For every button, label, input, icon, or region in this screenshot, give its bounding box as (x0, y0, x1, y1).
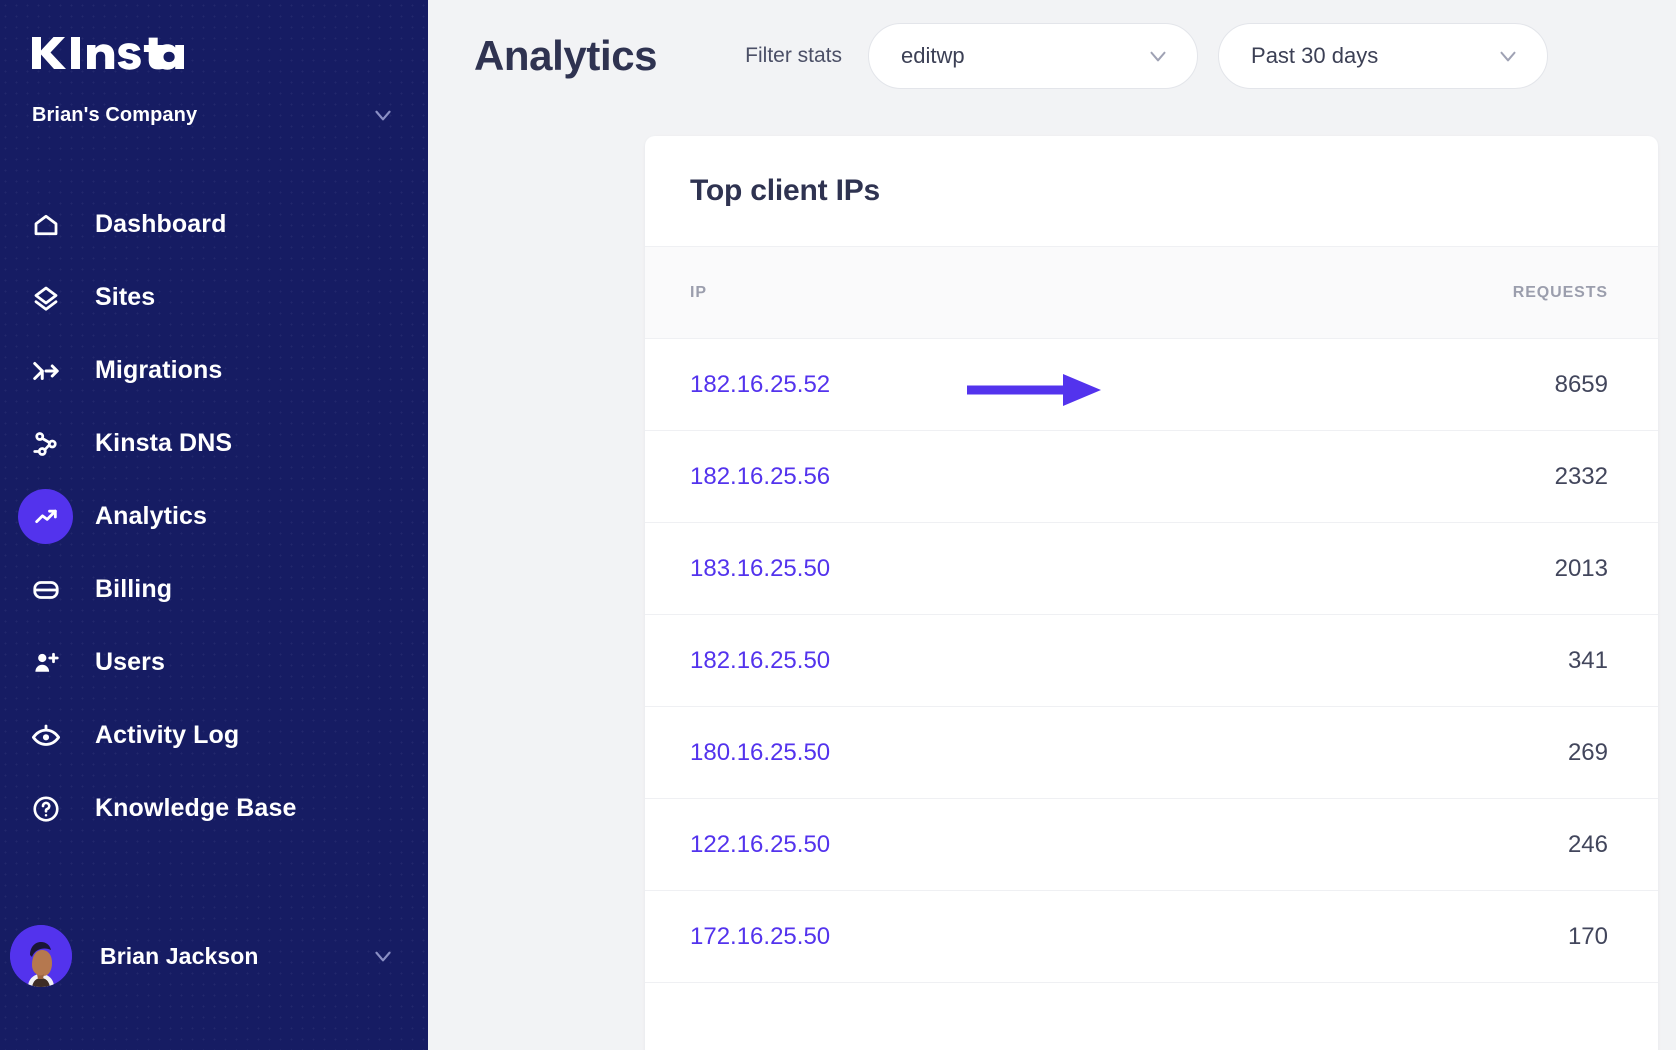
sidebar-item-label: Kinsta DNS (95, 429, 232, 458)
migration-icon (18, 343, 73, 398)
top-client-ips-card: Top client IPs IP REQUESTS 182.16.25.528… (645, 136, 1658, 1050)
company-switcher[interactable]: Brian's Company (32, 98, 396, 132)
main-content: Analytics Filter stats editwp Past 30 da… (428, 0, 1676, 1050)
analytics-page: Brian's Company Dashboard Sites (0, 0, 1676, 1050)
column-header-ip: IP (690, 284, 1513, 302)
requests-value: 2332 (1555, 463, 1608, 491)
sidebar-item-users[interactable]: Users (0, 626, 428, 699)
ip-link[interactable]: 180.16.25.50 (690, 739, 1568, 767)
sidebar-item-dashboard[interactable]: Dashboard (0, 188, 428, 261)
billing-icon (18, 562, 73, 617)
kinsta-logo[interactable] (32, 32, 184, 74)
site-filter-select[interactable]: editwp (868, 23, 1198, 89)
sidebar-item-label: Analytics (95, 502, 207, 531)
table-row[interactable]: 183.16.25.502013 (645, 523, 1658, 615)
sidebar-item-knowledge-base[interactable]: Knowledge Base (0, 772, 428, 845)
table-row[interactable]: 182.16.25.528659 (645, 339, 1658, 431)
table-body: 182.16.25.528659182.16.25.562332183.16.2… (645, 339, 1658, 983)
sidebar-item-label: Activity Log (95, 721, 239, 750)
date-range-value: Past 30 days (1251, 43, 1378, 69)
sidebar-item-label: Billing (95, 575, 172, 604)
requests-value: 341 (1568, 647, 1608, 675)
requests-value: 269 (1568, 739, 1608, 767)
requests-value: 170 (1568, 923, 1608, 951)
page-header: Analytics Filter stats editwp Past 30 da… (428, 0, 1676, 112)
ip-link[interactable]: 172.16.25.50 (690, 923, 1568, 951)
table-row[interactable]: 182.16.25.562332 (645, 431, 1658, 523)
ip-link[interactable]: 182.16.25.52 (690, 371, 1555, 399)
sidebar-item-kinsta-dns[interactable]: Kinsta DNS (0, 407, 428, 480)
sidebar-item-migrations[interactable]: Migrations (0, 334, 428, 407)
table-header-row: IP REQUESTS (645, 246, 1658, 339)
table-row[interactable]: 122.16.25.50246 (645, 799, 1658, 891)
card-header: Top client IPs (645, 136, 1658, 246)
question-icon (18, 781, 73, 836)
sidebar-item-label: Sites (95, 283, 155, 312)
requests-value: 246 (1568, 831, 1608, 859)
company-name: Brian's Company (32, 104, 197, 127)
sidebar-item-label: Knowledge Base (95, 794, 296, 823)
sidebar-nav: Dashboard Sites Migrations Kinsta DNS (0, 188, 428, 845)
table-row[interactable]: 172.16.25.50170 (645, 891, 1658, 983)
eye-icon (18, 708, 73, 763)
page-title: Analytics (474, 32, 657, 80)
date-range-select[interactable]: Past 30 days (1218, 23, 1548, 89)
requests-value: 2013 (1555, 555, 1608, 583)
user-name: Brian Jackson (100, 943, 259, 970)
sidebar-item-billing[interactable]: Billing (0, 553, 428, 626)
home-icon (18, 197, 73, 252)
chevron-down-icon (370, 943, 396, 969)
ip-link[interactable]: 122.16.25.50 (690, 831, 1568, 859)
avatar (10, 925, 72, 987)
requests-value: 8659 (1555, 371, 1608, 399)
site-filter-value: editwp (901, 43, 965, 69)
layers-icon (18, 270, 73, 325)
sidebar-item-analytics[interactable]: Analytics (0, 480, 428, 553)
sidebar-item-label: Dashboard (95, 210, 226, 239)
ip-link[interactable]: 183.16.25.50 (690, 555, 1555, 583)
chevron-down-icon (1495, 43, 1521, 69)
trend-up-icon (18, 489, 73, 544)
dns-icon (18, 416, 73, 471)
table-row[interactable]: 180.16.25.50269 (645, 707, 1658, 799)
top-client-ips-table: IP REQUESTS 182.16.25.528659182.16.25.56… (645, 246, 1658, 983)
user-profile-menu[interactable]: Brian Jackson (10, 920, 418, 992)
table-row[interactable]: 182.16.25.50341 (645, 615, 1658, 707)
column-header-requests: REQUESTS (1513, 284, 1608, 302)
sidebar-item-sites[interactable]: Sites (0, 261, 428, 334)
chevron-down-icon (1145, 43, 1171, 69)
sidebar-item-label: Migrations (95, 356, 222, 385)
sidebar-item-label: Users (95, 648, 165, 677)
sidebar: Brian's Company Dashboard Sites (0, 0, 428, 1050)
ip-link[interactable]: 182.16.25.50 (690, 647, 1568, 675)
ip-link[interactable]: 182.16.25.56 (690, 463, 1555, 491)
user-add-icon (18, 635, 73, 690)
chevron-down-icon (370, 102, 396, 128)
sidebar-item-activity-log[interactable]: Activity Log (0, 699, 428, 772)
filter-stats-label: Filter stats (745, 44, 842, 68)
card-title: Top client IPs (690, 174, 880, 208)
